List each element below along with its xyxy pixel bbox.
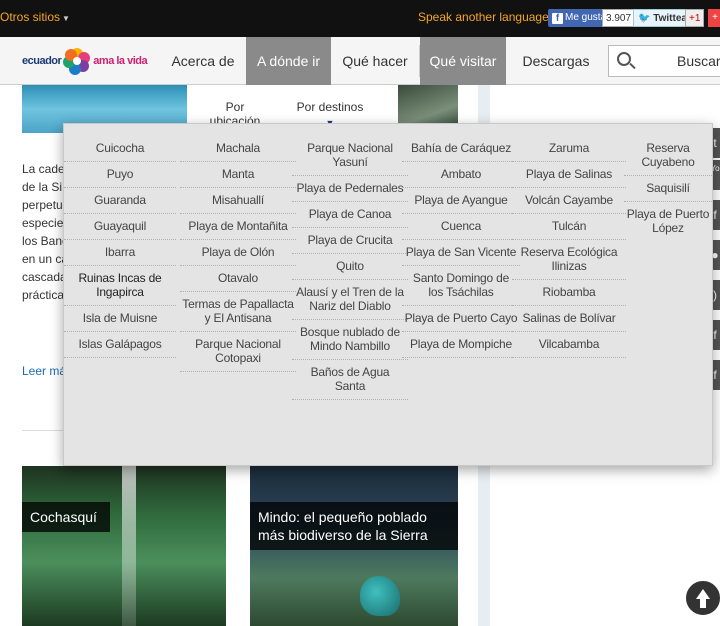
destination-link[interactable]: Bahía de Caráquez	[402, 136, 520, 162]
destination-link[interactable]: Salinas de Bolívar	[512, 306, 626, 332]
destination-link[interactable]: Manta	[180, 162, 296, 188]
logo-word-ama-la-vida: ama la vida	[93, 55, 148, 67]
otros-sitios-label: Otros sitios	[0, 10, 61, 24]
nav-que-hacer[interactable]: Qué hacer	[331, 37, 419, 85]
destination-link[interactable]: Guayaquil	[64, 214, 176, 240]
excerpt-line: de la Si	[22, 180, 63, 194]
destinations-column: Reserva Cuyabeno Saquisilí Playa de Puer…	[624, 136, 712, 241]
destination-link[interactable]: Playa de Salinas	[512, 162, 626, 188]
destination-link[interactable]: Tulcán	[512, 214, 626, 240]
nav-que-visitar[interactable]: Qué visitar	[420, 37, 506, 85]
destination-link[interactable]: Playa de Olón	[180, 240, 296, 266]
excerpt-line: especies	[22, 216, 66, 230]
destination-link[interactable]: Otavalo	[180, 266, 296, 292]
destination-link[interactable]: Ambato	[402, 162, 520, 188]
excerpt-line: práctica d	[22, 288, 66, 302]
card-cochasqui[interactable]: Cochasquí	[22, 466, 226, 626]
destinations-column: Zaruma Playa de Salinas Volcán Cayambe T…	[512, 136, 626, 358]
search-label: Buscar	[677, 53, 720, 69]
destination-link[interactable]: Machala	[180, 136, 296, 162]
card-mindo[interactable]: Mindo: el pequeño poblado más biodiverso…	[250, 466, 458, 626]
destinations-column: Machala Manta Misahuallí Playa de Montañ…	[180, 136, 296, 372]
destination-link[interactable]: Playa de Mompiche	[402, 332, 520, 358]
excerpt-line: los Banco	[22, 234, 66, 248]
destination-link[interactable]: Baños de Agua Santa	[292, 360, 408, 400]
destination-link[interactable]: Playa de Montañita	[180, 214, 296, 240]
destination-link[interactable]: Playa de Puerto López	[624, 202, 712, 241]
google-plus-button[interactable]: +1	[685, 9, 705, 27]
excerpt-line: La caden	[22, 162, 66, 176]
site-header: ecuador ama la vida Acerca de A dónde ir…	[0, 37, 720, 85]
otros-sitios-dropdown[interactable]: Otros sitios ▼	[0, 10, 70, 24]
destination-link[interactable]: Riobamba	[512, 280, 626, 306]
destination-link[interactable]: Islas Galápagos	[64, 332, 176, 358]
site-logo[interactable]: ecuador ama la vida	[22, 42, 148, 80]
destination-link[interactable]: Alausí y el Tren de la Nariz del Diablo	[292, 280, 408, 320]
destinations-column: Bahía de Caráquez Ambato Playa de Ayangu…	[402, 136, 520, 358]
nav-descargas[interactable]: Descargas	[506, 37, 606, 85]
gplus-label: +1	[689, 13, 701, 24]
destination-link[interactable]: Ruinas Incas de Ingapirca	[64, 266, 176, 306]
destination-link[interactable]: Reserva Cuyabeno	[624, 136, 712, 176]
destination-link[interactable]: Santo Domingo de los Tsáchilas	[402, 266, 520, 306]
destination-link[interactable]: Guaranda	[64, 188, 176, 214]
caret-down-icon: ▼	[62, 14, 70, 23]
logo-word-ecuador: ecuador	[22, 55, 62, 67]
destination-link[interactable]: Playa de Ayangue	[402, 188, 520, 214]
destination-link[interactable]: Quito	[292, 254, 408, 280]
destination-link[interactable]: Parque Nacional Yasuní	[292, 136, 408, 176]
destination-link[interactable]: Parque Nacional Cotopaxi	[180, 332, 296, 372]
excerpt-line: perpetuo	[22, 198, 66, 212]
card-caption: Cochasquí	[22, 502, 110, 532]
nav-acerca-de[interactable]: Acerca de	[160, 37, 246, 85]
fb-like-label: Me gusta	[565, 12, 607, 23]
facebook-icon: f	[552, 12, 563, 24]
destination-link[interactable]: Playa de Puerto Cayo	[402, 306, 520, 332]
destination-link[interactable]: Zaruma	[512, 136, 626, 162]
destination-link[interactable]: Isla de Muisne	[64, 306, 176, 332]
destination-link[interactable]: Playa de San Vicente	[402, 240, 520, 266]
search-box[interactable]: Buscar	[608, 45, 720, 77]
destination-link[interactable]: Cuenca	[402, 214, 520, 240]
destination-link[interactable]: Bosque nublado de Mindo Nambillo	[292, 320, 408, 360]
card-caption: Mindo: el pequeño poblado más biodiverso…	[250, 502, 458, 550]
flower-logo-icon	[63, 48, 91, 75]
language-label: Speak another language?	[418, 10, 556, 24]
excerpt-line: en un cál	[22, 252, 66, 266]
destination-link[interactable]: Playa de Pedernales	[292, 176, 408, 202]
fb-like-count: 3.907	[602, 9, 636, 27]
destination-link[interactable]: Volcán Cayambe	[512, 188, 626, 214]
destination-link[interactable]: Vilcabamba	[512, 332, 626, 358]
destination-link[interactable]: Termas de Papallacta y El Antisana	[180, 292, 296, 332]
excerpt-line: cascadas	[22, 270, 66, 284]
destination-link[interactable]: Saquisilí	[624, 176, 712, 202]
article-excerpt: La caden de la Si perpetuo especies los …	[22, 160, 66, 304]
language-dropdown[interactable]: Speak another language?▼	[418, 10, 565, 24]
nav-a-donde-ir[interactable]: A dónde ir	[246, 37, 331, 85]
twitter-icon: 🐦	[638, 13, 651, 24]
waterfall-image	[122, 466, 136, 626]
tab-por-destinos-label: Por destinos	[296, 100, 364, 114]
hummingbird-image	[360, 576, 400, 616]
scroll-to-top-button[interactable]	[683, 578, 720, 618]
destination-link[interactable]: Misahuallí	[180, 188, 296, 214]
destination-link[interactable]: Playa de Crucita	[292, 228, 408, 254]
destination-link[interactable]: Cuicocha	[64, 136, 176, 162]
destinations-mega-menu: Cuicocha Puyo Guaranda Guayaquil Ibarra …	[63, 123, 713, 466]
destination-link[interactable]: Ibarra	[64, 240, 176, 266]
search-icon	[617, 52, 631, 66]
facebook-like-button[interactable]: f Me gusta	[548, 9, 611, 27]
destination-link[interactable]: Reserva Ecológica Ilinizas	[512, 240, 626, 280]
top-bar: Otros sitios▼ Speak another language?▼ f…	[0, 0, 720, 37]
destination-link[interactable]: Playa de Canoa	[292, 202, 408, 228]
share-icon[interactable]: +	[708, 9, 720, 27]
destinations-column: Cuicocha Puyo Guaranda Guayaquil Ibarra …	[64, 136, 176, 358]
destination-link[interactable]: Puyo	[64, 162, 176, 188]
destinations-column: Parque Nacional Yasuní Playa de Pedernal…	[292, 136, 408, 400]
